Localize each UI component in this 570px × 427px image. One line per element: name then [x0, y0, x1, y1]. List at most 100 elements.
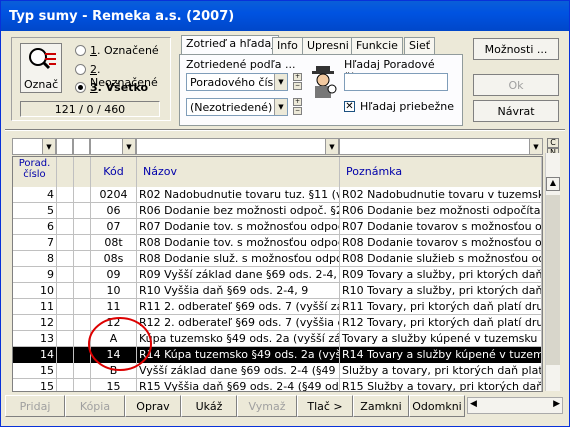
cell-col2[interactable]	[57, 267, 74, 283]
cell-col3[interactable]	[74, 283, 91, 299]
sort-select[interactable]: Poradového čísla ▼	[186, 73, 288, 91]
lock-button[interactable]: Zamkni	[353, 395, 409, 417]
cell-note[interactable]: R15 Služby a tovary, pri ktorých daň pla…	[340, 379, 542, 391]
cell-name[interactable]: R15 Vyššia daň §69 ods. 2-4 (§49 ods.	[137, 379, 340, 391]
copy-button[interactable]: Kópia	[65, 395, 125, 417]
filter-col3[interactable]	[73, 138, 90, 155]
radio-all-label[interactable]: 3. Všetko	[90, 81, 148, 94]
cell-note[interactable]: R08 Dodanie služieb s možnosťou odpo	[340, 251, 542, 267]
table-row[interactable]: 6 07 R07 Dodanie tov. s možnosťou odpoč. §…	[13, 219, 542, 235]
header-code[interactable]: Kód	[91, 157, 137, 187]
cell-number[interactable]: 4	[13, 187, 57, 203]
cell-name[interactable]: R14 Kúpa tuzemsko §49 ods. 2a (vyššia	[137, 347, 340, 363]
radio-all[interactable]	[75, 82, 86, 93]
cell-note[interactable]: R10 Tovary a služby, pri ktorých daň pla…	[340, 283, 542, 299]
scroll-right-icon[interactable]: ▶	[553, 399, 560, 409]
cell-col2[interactable]	[57, 363, 74, 379]
cell-note[interactable]: R11 Tovary, pri ktorých daň platí druhý …	[340, 299, 542, 315]
filter-col2[interactable]	[56, 138, 73, 155]
radio-marked[interactable]	[75, 45, 86, 56]
cell-note[interactable]: R02 Nadobudnutie tovaru v tuzemsku po	[340, 187, 542, 203]
cell-number[interactable]: 13	[13, 331, 57, 347]
cell-col2[interactable]	[57, 283, 74, 299]
chevron-down-icon[interactable]: ▼	[274, 99, 287, 115]
cell-col3[interactable]	[74, 267, 91, 283]
cell-code[interactable]: 08t	[91, 235, 137, 251]
cell-code[interactable]: 06	[91, 203, 137, 219]
edit-button[interactable]: Oprav	[125, 395, 181, 417]
horizontal-scrollbar[interactable]: ◀ ▶	[467, 397, 563, 414]
sort2-plus-icon[interactable]: +	[293, 98, 302, 106]
cell-name[interactable]: R11 2. odberateľ §69 ods. 7 (vyšší zákla	[137, 299, 340, 315]
cell-number[interactable]: 6	[13, 219, 57, 235]
cell-note[interactable]: Služby a tovary, pri ktorých daň platí p…	[340, 363, 542, 379]
cell-code[interactable]: 07	[91, 219, 137, 235]
scroll-thumb[interactable]	[546, 195, 560, 365]
cell-note[interactable]: R14 Tovary a služby kúpené v tuzemsku	[340, 347, 542, 363]
back-button[interactable]: Návrat	[473, 100, 559, 122]
table-row[interactable]: 8 08s R08 Dodanie služ. s možnosťou odpoč.…	[13, 251, 542, 267]
sort-minus-icon[interactable]: −	[293, 82, 302, 90]
cell-name[interactable]: R12 2. odberateľ §69 ods. 7 (vyššia daň)	[137, 315, 340, 331]
mark-button[interactable]: Označ	[20, 43, 62, 93]
continuous-search-label[interactable]: Hľadaj priebežne	[360, 100, 454, 113]
cell-note[interactable]: R06 Dodanie bez možnosti odpočítania d	[340, 203, 542, 219]
cell-number[interactable]: 15	[13, 363, 57, 379]
filter-code[interactable]: ▼	[90, 138, 136, 155]
header-note[interactable]: Poznámka	[340, 157, 542, 187]
header-name[interactable]: Názov	[137, 157, 340, 187]
options-button[interactable]: Možnosti ...	[473, 38, 559, 60]
cell-name[interactable]: Vyšší základ dane §69 ods. 2-4 (§49 ods	[137, 363, 340, 379]
tab-sort-search[interactable]: Zotrieď a hľadaj	[181, 35, 280, 54]
cell-number[interactable]: 15	[13, 379, 57, 391]
header-col2[interactable]	[57, 157, 74, 187]
table-row[interactable]: 4 0204R02 Nadobudnutie tovaru tuz. §11 (v…	[13, 187, 542, 203]
cell-code[interactable]: 11	[91, 299, 137, 315]
cell-col3[interactable]	[74, 379, 91, 391]
title-bar[interactable]: Typ sumy - Remeka a.s. (2007)	[1, 1, 569, 31]
filter-name[interactable]: ▼	[136, 138, 339, 155]
cell-number[interactable]: 10	[13, 283, 57, 299]
cell-col2[interactable]	[57, 235, 74, 251]
cell-col2[interactable]	[57, 187, 74, 203]
table-row[interactable]: 11 11 R11 2. odberateľ §69 ods. 7 (vyšší z…	[13, 299, 542, 315]
search-input[interactable]	[344, 73, 448, 91]
cell-note[interactable]: R12 Tovary, pri ktorých daň platí druhý …	[340, 315, 542, 331]
filter-note[interactable]: ▼	[339, 138, 543, 155]
cell-code[interactable]: 0204	[91, 187, 137, 203]
table-row[interactable]: 7 08t R08 Dodanie tov. s možnosťou odpoč. …	[13, 235, 542, 251]
cell-number[interactable]: 11	[13, 299, 57, 315]
cell-number[interactable]: 12	[13, 315, 57, 331]
sort-plus-icon[interactable]: +	[293, 73, 302, 81]
cell-col3[interactable]	[74, 251, 91, 267]
cell-code[interactable]: 10	[91, 283, 137, 299]
cell-number[interactable]: 7	[13, 235, 57, 251]
header-number[interactable]: Porad. číslo	[13, 157, 57, 187]
unlock-button[interactable]: Odomkni	[409, 395, 465, 417]
cell-name[interactable]: R02 Nadobudnutie tovaru tuz. §11 (vyšší	[137, 187, 340, 203]
table-row[interactable]: 9 09 R09 Vyšší základ dane §69 ods. 2-4, 9…	[13, 267, 542, 283]
header-col3[interactable]	[74, 157, 91, 187]
cell-col2[interactable]	[57, 315, 74, 331]
show-button[interactable]: Ukáž	[181, 395, 237, 417]
cell-name[interactable]: Kúpa tuzemsko §49 ods. 2a (vyšší základ	[137, 331, 340, 347]
cell-code[interactable]: 09	[91, 267, 137, 283]
continuous-search-checkbox[interactable]: ✕	[344, 101, 355, 112]
radio-marked-label[interactable]: 1. Označené	[90, 44, 159, 57]
cell-name[interactable]: R07 Dodanie tov. s možnosťou odpoč. §	[137, 219, 340, 235]
cell-name[interactable]: R08 Dodanie služ. s možnosťou odpoč. §	[137, 251, 340, 267]
cell-note[interactable]: R08 Dodanie tovarov s možnosťou odpo	[340, 235, 542, 251]
filter-number[interactable]: ▼	[12, 138, 56, 155]
cell-name[interactable]: R06 Dodanie bez možnosti odpoč. §28-4	[137, 203, 340, 219]
tab-refine[interactable]: Upresni	[302, 37, 354, 54]
cell-col2[interactable]	[57, 219, 74, 235]
cell-col3[interactable]	[74, 219, 91, 235]
cell-number[interactable]: 5	[13, 203, 57, 219]
cell-col2[interactable]	[57, 299, 74, 315]
cell-note[interactable]: R09 Tovary a služby, pri ktorých daň pla…	[340, 267, 542, 283]
sort2-minus-icon[interactable]: −	[293, 107, 302, 115]
cell-note[interactable]: Tovary a služby kúpené v tuzemsku §49	[340, 331, 542, 347]
cell-col3[interactable]	[74, 235, 91, 251]
radio-unmarked[interactable]	[75, 64, 86, 75]
ok-button[interactable]: Ok	[473, 74, 559, 96]
